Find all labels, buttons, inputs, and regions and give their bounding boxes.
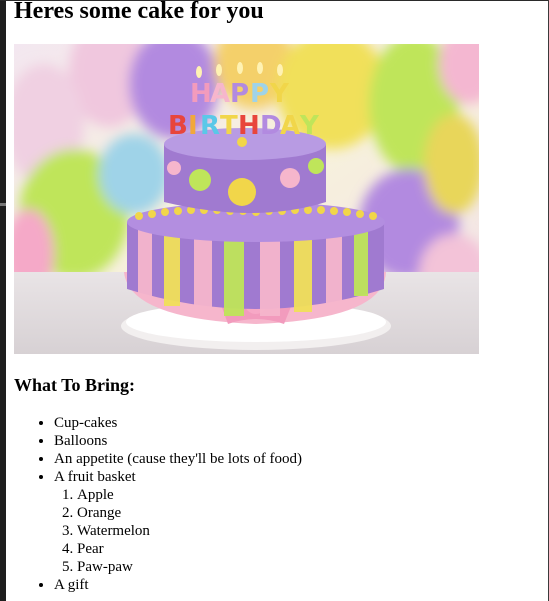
svg-text:A: A — [280, 111, 300, 141]
list-item-cupcakes: Cup-cakes — [54, 414, 302, 432]
list-item-balloons: Balloons — [54, 432, 302, 450]
svg-text:I: I — [188, 111, 198, 141]
svg-text:P: P — [250, 79, 269, 109]
page-title: Heres some cake for you — [14, 0, 264, 24]
fruit-item-pear: Pear — [77, 540, 302, 558]
svg-text:A: A — [210, 79, 230, 109]
birthday-cake-image: H A P P Y B I R T H D A Y — [14, 44, 479, 354]
svg-text:Y: Y — [269, 79, 290, 109]
list-item-fruit-basket: A fruit basket Apple Orange Watermelon P… — [54, 468, 302, 576]
svg-text:B: B — [168, 111, 188, 141]
svg-text:R: R — [200, 111, 220, 141]
fruit-basket-label: A fruit basket — [54, 469, 136, 485]
fruit-item-orange: Orange — [77, 504, 302, 522]
svg-text:P: P — [230, 79, 249, 109]
list-item-gift: A gift — [54, 576, 302, 594]
fruit-list: Apple Orange Watermelon Pear Paw-paw — [54, 486, 302, 576]
svg-text:Y: Y — [299, 111, 320, 141]
window-edge-marker — [0, 203, 6, 206]
list-item-appetite: An appetite (cause they'll be lots of fo… — [54, 450, 302, 468]
window-left-edge — [0, 0, 6, 601]
what-to-bring-heading: What To Bring: — [14, 375, 136, 395]
fruit-item-watermelon: Watermelon — [77, 522, 302, 540]
fruit-item-pawpaw: Paw-paw — [77, 558, 302, 576]
bring-list: Cup-cakes Balloons An appetite (cause th… — [14, 414, 302, 594]
svg-text:D: D — [260, 111, 282, 141]
svg-text:H: H — [238, 111, 260, 141]
fruit-item-apple: Apple — [77, 486, 302, 504]
svg-text:T: T — [220, 111, 238, 141]
svg-text:H: H — [190, 79, 212, 109]
